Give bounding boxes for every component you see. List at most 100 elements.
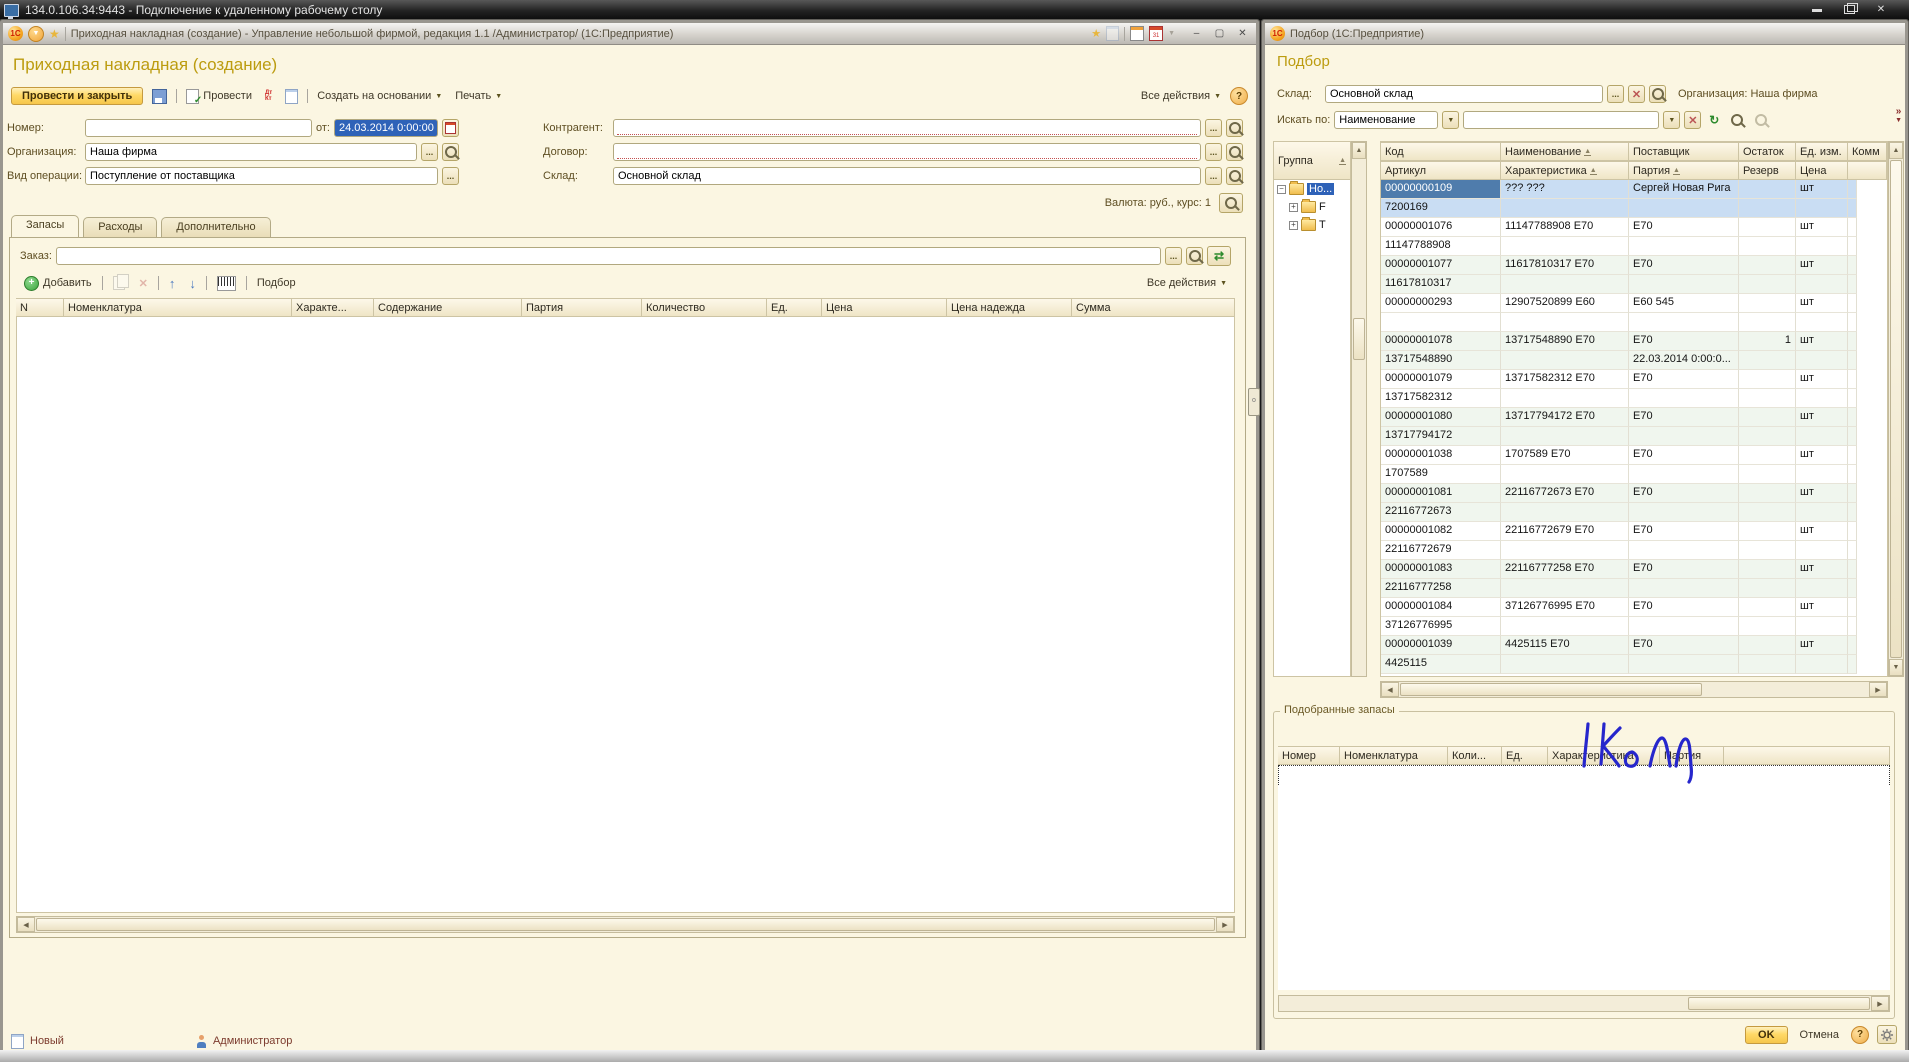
pick-warehouse-clear-button[interactable]: ✕ bbox=[1628, 85, 1645, 103]
cell-comment[interactable] bbox=[1848, 256, 1857, 275]
cell-name[interactable]: 13717582312 E70 bbox=[1501, 370, 1629, 389]
pick-table-row[interactable]: 11617810317 bbox=[1381, 275, 1887, 294]
cell-characteristic[interactable] bbox=[1501, 275, 1629, 294]
splitter-grip[interactable]: o bbox=[1248, 388, 1260, 416]
tree-vscrollbar[interactable]: ▲ bbox=[1351, 141, 1367, 677]
pick-table-row[interactable]: 0000000107711617810317 E70E70шт bbox=[1381, 256, 1887, 275]
contractor-select-button[interactable]: ... bbox=[1205, 119, 1222, 137]
pick-table-row[interactable]: 22116772673 bbox=[1381, 503, 1887, 522]
operation-type-input[interactable]: Поступление от поставщика bbox=[85, 167, 438, 185]
cell-comment[interactable] bbox=[1848, 370, 1857, 389]
cell-supplier[interactable]: E60 545 bbox=[1629, 294, 1739, 313]
cell-characteristic[interactable] bbox=[1501, 541, 1629, 560]
rdp-minimize-button[interactable]: ▬ bbox=[1805, 2, 1829, 17]
column-header[interactable]: Комм bbox=[1848, 142, 1887, 161]
cell-supplier[interactable]: E70 bbox=[1629, 370, 1739, 389]
scrollbar-thumb[interactable] bbox=[1353, 318, 1365, 360]
column-header[interactable]: Номер bbox=[1278, 746, 1340, 765]
refresh-button[interactable]: ↻ bbox=[1705, 112, 1723, 128]
cell-comment[interactable] bbox=[1848, 427, 1857, 446]
cell-batch[interactable] bbox=[1629, 465, 1739, 484]
cell-batch[interactable] bbox=[1629, 313, 1739, 332]
cell-code[interactable]: 00000000109 bbox=[1381, 180, 1501, 199]
cell-price[interactable] bbox=[1796, 427, 1848, 446]
column-header[interactable] bbox=[1848, 161, 1887, 180]
contractor-open-button[interactable] bbox=[1226, 119, 1243, 137]
cell-code[interactable]: 00000001083 bbox=[1381, 560, 1501, 579]
order-input[interactable] bbox=[56, 247, 1161, 265]
order-fill-button[interactable]: ⇄ bbox=[1207, 246, 1231, 266]
group-tree[interactable]: −Но...+F+Т bbox=[1274, 180, 1350, 234]
delete-row-button[interactable]: ✕ bbox=[135, 275, 152, 292]
cell-comment[interactable] bbox=[1848, 199, 1857, 218]
cell-unit[interactable]: шт bbox=[1796, 446, 1848, 465]
column-header[interactable]: Партия▲ bbox=[1629, 161, 1739, 180]
pick-table-row[interactable]: 37126776995 bbox=[1381, 617, 1887, 636]
scroll-right-icon[interactable]: ▶ bbox=[1871, 996, 1889, 1011]
cell-article[interactable]: 22116772673 bbox=[1381, 503, 1501, 522]
collapse-panel-icon[interactable]: »▼ bbox=[1895, 107, 1902, 125]
pick-table-row[interactable]: 22116772679 bbox=[1381, 541, 1887, 560]
date-input[interactable]: 24.03.2014 0:00:00 bbox=[334, 119, 438, 137]
move-down-button[interactable]: ↓ bbox=[185, 275, 200, 292]
add-row-button[interactable]: +Добавить bbox=[20, 274, 96, 293]
add-favorite-icon[interactable]: ★ bbox=[1091, 28, 1101, 40]
cancel-search-button[interactable] bbox=[1751, 112, 1771, 128]
pick-table-row[interactable]: 13717794172 bbox=[1381, 427, 1887, 446]
pick-table-row[interactable]: 7200169 bbox=[1381, 199, 1887, 218]
order-open-button[interactable] bbox=[1186, 247, 1203, 265]
inventory-all-actions-button[interactable]: Все действия▼ bbox=[1143, 275, 1231, 291]
cell-stock[interactable] bbox=[1739, 218, 1796, 237]
cell-reserve[interactable] bbox=[1739, 351, 1796, 370]
column-header[interactable]: Ед. bbox=[1502, 746, 1548, 765]
cell-supplier[interactable]: E70 bbox=[1629, 256, 1739, 275]
search-by-select[interactable]: Наименование bbox=[1334, 111, 1438, 129]
pick-warehouse-input[interactable]: Основной склад bbox=[1325, 85, 1603, 103]
cell-characteristic[interactable] bbox=[1501, 351, 1629, 370]
cell-batch[interactable] bbox=[1629, 579, 1739, 598]
scroll-up-icon[interactable]: ▲ bbox=[1352, 142, 1366, 159]
cell-name[interactable]: 22116772673 E70 bbox=[1501, 484, 1629, 503]
cell-name[interactable]: 13717548890 E70 bbox=[1501, 332, 1629, 351]
cell-supplier[interactable]: E70 bbox=[1629, 598, 1739, 617]
contract-open-button[interactable] bbox=[1226, 143, 1243, 161]
print-button[interactable]: Печать▼ bbox=[451, 88, 506, 104]
column-header[interactable]: Код bbox=[1381, 142, 1501, 161]
cell-characteristic[interactable] bbox=[1501, 199, 1629, 218]
post-and-close-button[interactable]: Провести и закрыть bbox=[11, 87, 143, 105]
pick-warehouse-select-button[interactable]: ... bbox=[1607, 85, 1624, 103]
cell-article[interactable]: 22116777258 bbox=[1381, 579, 1501, 598]
barcode-button[interactable] bbox=[213, 274, 240, 293]
rdp-restore-button[interactable] bbox=[1837, 2, 1861, 17]
column-header[interactable]: Цена bbox=[1796, 161, 1848, 180]
cell-stock[interactable] bbox=[1739, 636, 1796, 655]
pick-table-row[interactable]: 1371754889022.03.2014 0:00:0... bbox=[1381, 351, 1887, 370]
cell-comment[interactable] bbox=[1848, 484, 1857, 503]
column-header[interactable]: Коли... bbox=[1448, 746, 1502, 765]
pick-table-row[interactable]: 00000000109??? ???Сергей Новая Ригашт bbox=[1381, 180, 1887, 199]
pick-table-row[interactable]: 0000000107813717548890 E70E701шт bbox=[1381, 332, 1887, 351]
organization-select-button[interactable]: ... bbox=[421, 143, 438, 161]
scrollbar-thumb[interactable] bbox=[36, 918, 1215, 931]
create-based-on-button[interactable]: Создать на основании▼ bbox=[313, 88, 446, 104]
cell-batch[interactable] bbox=[1629, 541, 1739, 560]
cell-comment[interactable] bbox=[1848, 408, 1857, 427]
number-input[interactable] bbox=[85, 119, 312, 137]
cell-unit[interactable]: шт bbox=[1796, 294, 1848, 313]
cell-characteristic[interactable] bbox=[1501, 389, 1629, 408]
cell-comment[interactable] bbox=[1848, 313, 1857, 332]
invoice-table-body[interactable] bbox=[16, 317, 1235, 913]
cell-name[interactable]: 4425115 E70 bbox=[1501, 636, 1629, 655]
cell-stock[interactable] bbox=[1739, 484, 1796, 503]
cell-stock[interactable] bbox=[1739, 294, 1796, 313]
help-icon[interactable]: ? bbox=[1230, 87, 1248, 105]
pick-table-row[interactable]: 0000000108322116777258 E70E70шт bbox=[1381, 560, 1887, 579]
cell-reserve[interactable] bbox=[1739, 465, 1796, 484]
search-input[interactable] bbox=[1463, 111, 1659, 129]
cell-unit[interactable]: шт bbox=[1796, 256, 1848, 275]
cell-price[interactable] bbox=[1796, 351, 1848, 370]
pick-table-row[interactable]: 000000010394425115 E70E70шт bbox=[1381, 636, 1887, 655]
cell-reserve[interactable] bbox=[1739, 541, 1796, 560]
scrollbar-thumb[interactable] bbox=[1688, 997, 1870, 1010]
cell-code[interactable]: 00000001077 bbox=[1381, 256, 1501, 275]
